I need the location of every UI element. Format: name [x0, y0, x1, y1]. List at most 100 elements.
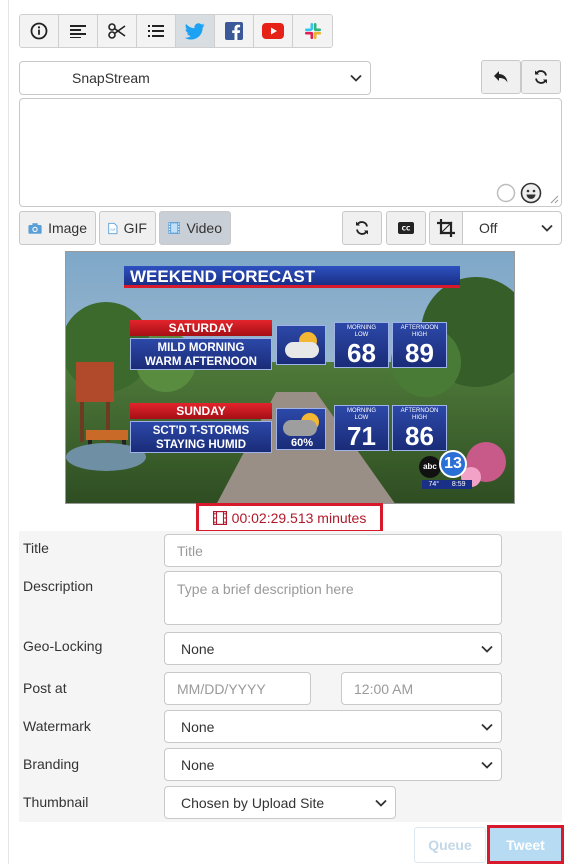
day-label: SATURDAY	[130, 320, 272, 336]
film-icon	[168, 222, 181, 234]
time-placeholder: 12:00 AM	[354, 680, 414, 697]
image-button-label: Image	[48, 220, 87, 236]
video-duration: 00:02:29.513 minutes	[196, 503, 383, 533]
precip-chance: 60%	[291, 437, 314, 449]
chevron-down-icon	[481, 645, 493, 653]
crop-icon	[437, 219, 455, 237]
info-icon	[30, 22, 48, 40]
thumbnail-value: Chosen by Upload Site	[181, 794, 325, 811]
crop-select-value: Off	[479, 220, 498, 236]
undo-button[interactable]	[481, 60, 521, 94]
condition-line1: SCT'D T-STORMS	[152, 425, 250, 437]
high-temp-box: AFTERNOON HIGH 86	[392, 405, 447, 451]
chevron-down-icon	[481, 761, 493, 769]
refresh-icon	[356, 221, 368, 235]
station-logo: abc 13	[419, 450, 471, 480]
description-input[interactable]: Type a brief description here	[164, 571, 502, 625]
branding-select[interactable]: None	[164, 748, 502, 781]
tab-clip[interactable]	[98, 15, 137, 47]
chevron-down-icon	[541, 224, 553, 232]
geolocking-value: None	[181, 640, 215, 657]
tweet-button-label: Tweet	[506, 836, 545, 853]
gif-button[interactable]: GIF GIF	[99, 211, 156, 245]
high-temp: 86	[405, 421, 434, 451]
video-button-label: Video	[186, 220, 222, 236]
account-select-value: SnapStream	[72, 70, 150, 86]
thumbnail-select[interactable]: Chosen by Upload Site	[164, 786, 396, 819]
station-logo-text: abc	[419, 456, 441, 478]
chevron-down-icon	[481, 723, 493, 731]
image-button[interactable]: Image	[19, 211, 96, 245]
captions-button[interactable]: CC	[386, 211, 426, 245]
tweet-button[interactable]: Tweet	[490, 828, 561, 861]
account-select[interactable]: SnapStream	[19, 61, 371, 95]
tweet-button-highlight: Tweet	[487, 825, 564, 864]
crop-button[interactable]	[429, 211, 463, 245]
condition-line1: MILD MORNING	[157, 342, 245, 354]
condition-line2: WARM AFTERNOON	[144, 356, 257, 368]
list-icon	[148, 25, 164, 37]
title-placeholder: Title	[177, 542, 203, 559]
refresh-button[interactable]	[521, 60, 561, 94]
low-label1: MORNING	[347, 408, 376, 414]
video-button[interactable]: Video	[159, 211, 231, 245]
queue-button[interactable]: Queue	[414, 827, 486, 863]
queue-button-label: Queue	[428, 837, 472, 853]
crop-select[interactable]: Off	[462, 211, 562, 245]
twitter-icon	[185, 22, 205, 39]
emoji-icon[interactable]	[520, 182, 542, 204]
low-label1: MORNING	[347, 325, 376, 331]
title-input[interactable]: Title	[164, 534, 502, 567]
reload-video-button[interactable]	[342, 211, 382, 245]
svg-text:CC: CC	[402, 226, 411, 233]
date-placeholder: MM/DD/YYYY	[177, 680, 266, 697]
forecast-header-text: WEEKEND FORECAST	[130, 267, 316, 286]
thumbnail-label: Thumbnail	[23, 794, 89, 810]
chevron-down-icon	[350, 74, 362, 82]
high-label1: AFTERNOON	[400, 325, 439, 331]
watermark-select[interactable]: None	[164, 710, 502, 743]
tab-info[interactable]	[20, 15, 59, 47]
tab-text[interactable]	[59, 15, 98, 47]
tab-facebook[interactable]	[215, 15, 254, 47]
low-temp: 71	[347, 421, 376, 451]
gif-button-label: GIF	[123, 220, 147, 236]
watermark-label: Watermark	[23, 718, 91, 734]
tab-twitter[interactable]	[176, 15, 215, 47]
svg-text:GIF: GIF	[110, 228, 115, 232]
youtube-icon	[262, 23, 284, 39]
align-left-icon	[70, 25, 86, 38]
forecast-day-sunday: SUNDAY SCT'D T-STORMS STAYING HUMID	[130, 403, 272, 453]
camera-icon	[28, 222, 42, 234]
tweet-text-input[interactable]	[19, 98, 562, 207]
refresh-icon	[535, 70, 547, 84]
tab-list[interactable]	[137, 15, 176, 47]
facebook-icon	[225, 22, 243, 40]
title-label: Title	[23, 540, 49, 556]
char-counter-ring-icon	[496, 183, 516, 203]
weather-storm-icon: 60%	[276, 408, 326, 450]
low-temp-box: MORNING LOW 71	[334, 405, 389, 451]
current-temp: 74°	[428, 481, 440, 488]
branding-value: None	[181, 756, 215, 773]
forecast-day-saturday: SATURDAY MILD MORNING WARM AFTERNOON	[130, 320, 272, 370]
tab-slack[interactable]	[293, 15, 332, 47]
post-time-input[interactable]: 12:00 AM	[341, 672, 502, 705]
resize-handle-icon[interactable]	[550, 195, 559, 204]
current-time: 8:59	[451, 481, 466, 488]
high-temp: 89	[405, 338, 434, 368]
geolocking-label: Geo-Locking	[23, 638, 103, 654]
duration-text: 00:02:29.513 minutes	[231, 510, 367, 526]
tab-youtube[interactable]	[254, 15, 293, 47]
closed-captions-icon: CC	[398, 222, 414, 234]
low-temp-box: MORNING LOW 68	[334, 322, 389, 368]
chevron-down-icon	[375, 799, 387, 807]
video-preview[interactable]: WEEKEND FORECAST SATURDAY MILD MORNING W…	[65, 251, 515, 504]
low-temp: 68	[347, 338, 376, 368]
reply-arrow-icon	[494, 71, 508, 83]
post-date-input[interactable]: MM/DD/YYYY	[164, 672, 311, 705]
high-label1: AFTERNOON	[400, 408, 439, 414]
geolocking-select[interactable]: None	[164, 632, 502, 665]
high-temp-box: AFTERNOON HIGH 89	[392, 322, 447, 368]
slack-icon	[304, 23, 321, 39]
